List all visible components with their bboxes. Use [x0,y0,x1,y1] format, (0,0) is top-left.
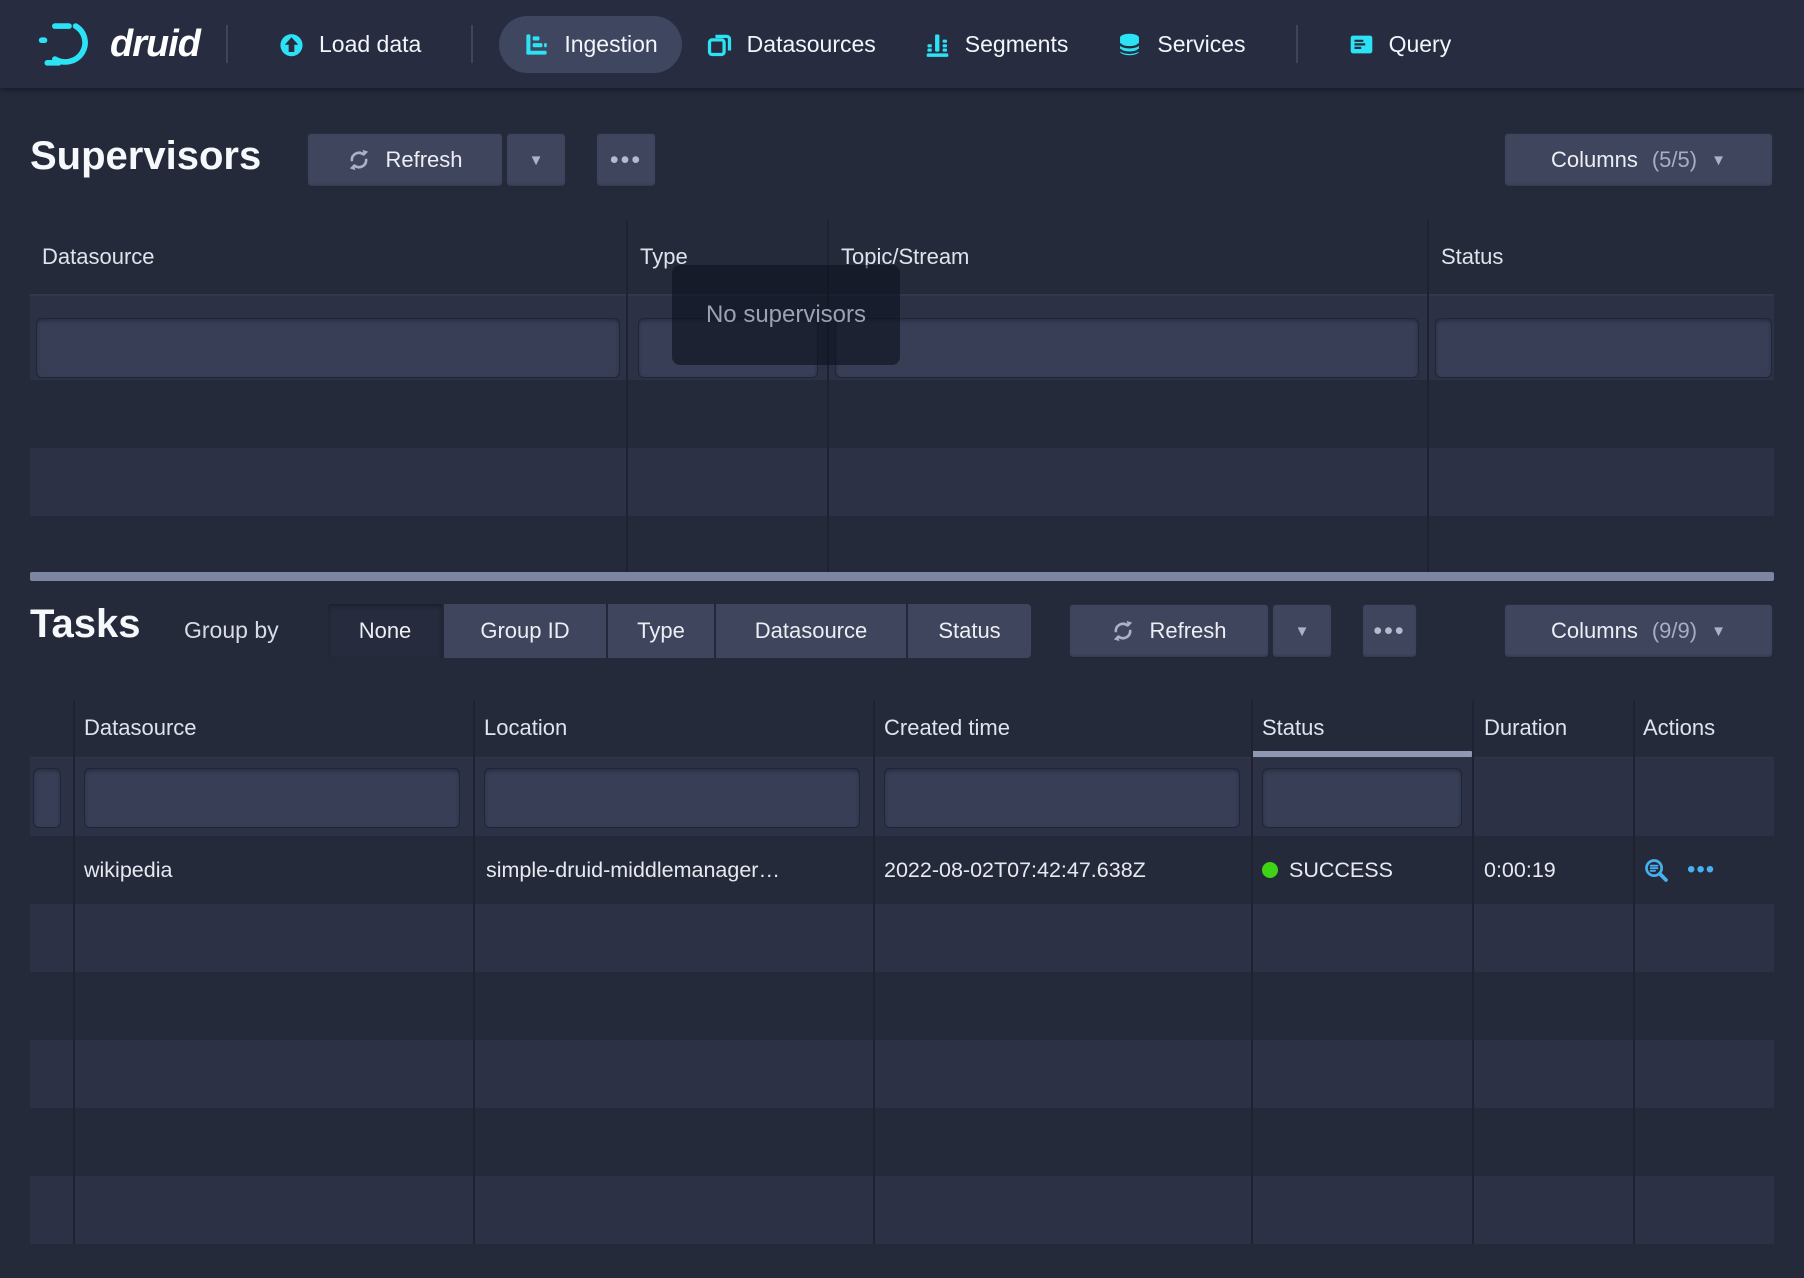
task-datasource-cell[interactable]: wikipedia [84,836,456,904]
chevron-down-icon: ▼ [1295,624,1310,639]
tasks-header-datasource[interactable]: Datasource [84,715,197,741]
nav-divider [1296,25,1298,63]
empty-task-row [30,904,1774,972]
datasources-icon [706,31,733,58]
group-by-type-button[interactable]: Type [606,604,714,658]
tasks-location-filter-input[interactable] [484,768,860,828]
no-supervisors-overlay: No supervisors [672,265,900,365]
nav-item-query[interactable]: Query [1324,16,1476,73]
task-status-text: SUCCESS [1289,836,1393,904]
chevron-down-icon: ▼ [1711,624,1726,639]
refresh-icon [1111,619,1135,643]
columns-label: Columns [1551,147,1638,173]
tasks-status-filter-input[interactable] [1262,768,1462,828]
tasks-header-created-time[interactable]: Created time [884,715,1010,741]
tasks-refresh-caret-button[interactable]: ▼ [1272,604,1332,658]
tasks-header-location[interactable]: Location [484,715,567,741]
nav-label: Load data [319,31,421,58]
nav-item-services[interactable]: Services [1092,16,1269,73]
supervisors-status-filter-input[interactable] [1435,318,1772,378]
top-navbar: druid Load data Ingestion [0,0,1804,88]
task-status-cell[interactable]: SUCCESS [1262,836,1462,904]
supervisors-empty-row [30,448,1774,516]
nav-label: Datasources [747,31,876,58]
query-icon [1348,31,1375,58]
task-actions-more-icon[interactable]: ••• [1687,836,1715,904]
no-supervisors-message: No supervisors [706,301,866,329]
tasks-column-divider [1633,700,1635,1244]
nav-item-segments[interactable]: Segments [900,16,1093,73]
tasks-column-divider [73,700,75,1244]
supervisors-more-button[interactable]: ••• [596,133,656,187]
nav-item-ingestion[interactable]: Ingestion [499,16,681,73]
empty-task-row [30,1176,1774,1244]
columns-count: (9/9) [1652,618,1697,644]
group-by-group-id-button[interactable]: Group ID [442,604,606,658]
druid-logo-icon [36,20,102,68]
refresh-icon [347,148,371,172]
group-by-segmented-control: None Group ID Type Datasource Status [328,604,1031,658]
ingestion-icon [523,31,550,58]
columns-count: (5/5) [1652,147,1697,173]
supervisors-refresh-caret-button[interactable]: ▼ [506,133,566,187]
supervisors-refresh-button[interactable]: Refresh [307,133,503,187]
tasks-header-status[interactable]: Status [1262,715,1324,741]
tasks-created-time-filter-input[interactable] [884,768,1240,828]
supervisors-datasource-filter-input[interactable] [36,318,620,378]
refresh-label: Refresh [1149,618,1226,644]
nav-label: Services [1157,31,1245,58]
tasks-column-divider [1472,700,1474,1244]
supervisors-column-divider [1427,220,1429,573]
services-icon [1116,31,1143,58]
supervisors-horizontal-scrollbar[interactable] [30,572,1774,581]
tasks-refresh-button[interactable]: Refresh [1069,604,1269,658]
supervisors-columns-button[interactable]: Columns (5/5) ▼ [1504,133,1773,187]
supervisors-topic-filter-input[interactable] [835,318,1419,378]
nav-item-load-data[interactable]: Load data [254,16,445,73]
tasks-title: Tasks [30,602,140,647]
tasks-datasource-filter-input[interactable] [84,768,460,828]
segments-icon [924,31,951,58]
group-by-status-button[interactable]: Status [906,604,1031,658]
chevron-down-icon: ▼ [1711,153,1726,168]
nav-label: Query [1389,31,1452,58]
druid-console: druid Load data Ingestion [0,0,1804,1278]
tasks-column-divider [1251,700,1253,1244]
upload-icon [278,31,305,58]
tasks-more-button[interactable]: ••• [1362,604,1417,658]
tasks-columns-button[interactable]: Columns (9/9) ▼ [1504,604,1773,658]
more-icon: ••• [1373,604,1405,658]
supervisors-header-status[interactable]: Status [1441,244,1503,270]
more-icon: ••• [610,133,642,187]
empty-task-row [30,1040,1774,1108]
success-status-dot-icon [1262,862,1278,878]
task-created-time-cell: 2022-08-02T07:42:47.638Z [884,836,1236,904]
brand[interactable]: druid [36,20,200,68]
supervisors-title: Supervisors [30,134,261,179]
group-by-none-button[interactable]: None [328,604,442,658]
tasks-column-divider [473,700,475,1244]
task-duration-cell: 0:00:19 [1484,836,1624,904]
task-location-cell[interactable]: simple-druid-middlemanager… [486,836,858,904]
group-by-label: Group by [184,617,279,644]
group-by-datasource-button[interactable]: Datasource [714,604,906,658]
tasks-header-actions[interactable]: Actions [1643,715,1715,741]
tasks-column-divider [873,700,875,1244]
task-detail-magnifier-icon[interactable] [1643,857,1670,884]
nav-divider [471,25,473,63]
refresh-label: Refresh [385,147,462,173]
task-actions-cell: ••• [1643,836,1768,904]
tasks-header-duration[interactable]: Duration [1484,715,1567,741]
nav-item-datasources[interactable]: Datasources [682,16,900,73]
columns-label: Columns [1551,618,1638,644]
tasks-hidden-column-filter-input[interactable] [33,768,61,828]
supervisors-column-divider [626,220,628,573]
chevron-down-icon: ▼ [529,153,544,168]
nav-label: Segments [965,31,1069,58]
supervisors-header-datasource[interactable]: Datasource [42,244,155,270]
nav-label: Ingestion [564,31,657,58]
nav-divider [226,25,228,63]
brand-wordmark: druid [110,23,200,66]
